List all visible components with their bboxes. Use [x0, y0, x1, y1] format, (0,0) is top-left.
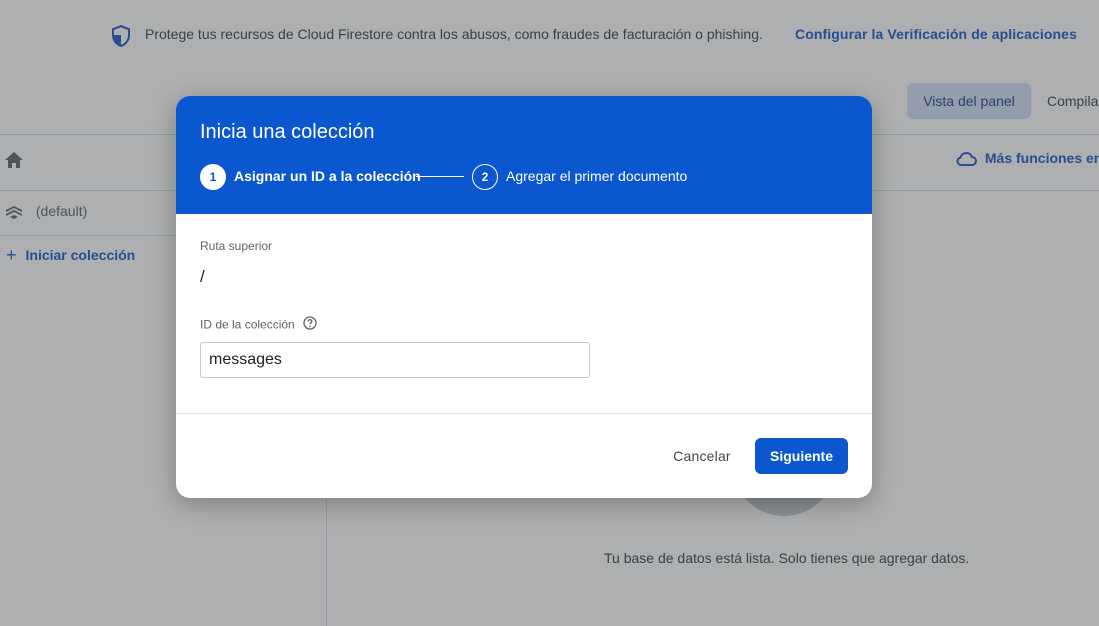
collection-id-label-text: ID de la colección	[200, 317, 295, 332]
dialog-title: Inicia una colección	[200, 121, 375, 143]
parent-path-value: /	[200, 267, 205, 286]
dialog-header: Inicia una colección 1 Asignar un ID a l…	[176, 96, 872, 214]
parent-path-label: Ruta superior	[200, 239, 273, 253]
cancel-button[interactable]: Cancelar	[658, 438, 746, 474]
step-connector	[416, 176, 464, 177]
collection-id-input[interactable]	[200, 342, 590, 378]
next-button[interactable]: Siguiente	[755, 438, 848, 474]
collection-id-label: ID de la colección	[200, 316, 317, 334]
dialog-footer-divider	[176, 413, 872, 414]
help-circle-icon[interactable]	[303, 316, 317, 333]
start-collection-dialog: Inicia una colección 1 Asignar un ID a l…	[176, 96, 872, 498]
step-2-label: Agregar el primer documento	[506, 168, 688, 184]
step-1-number: 1	[200, 164, 226, 190]
step-1-label: Asignar un ID a la colección	[234, 168, 421, 184]
step-2-number: 2	[472, 164, 498, 190]
